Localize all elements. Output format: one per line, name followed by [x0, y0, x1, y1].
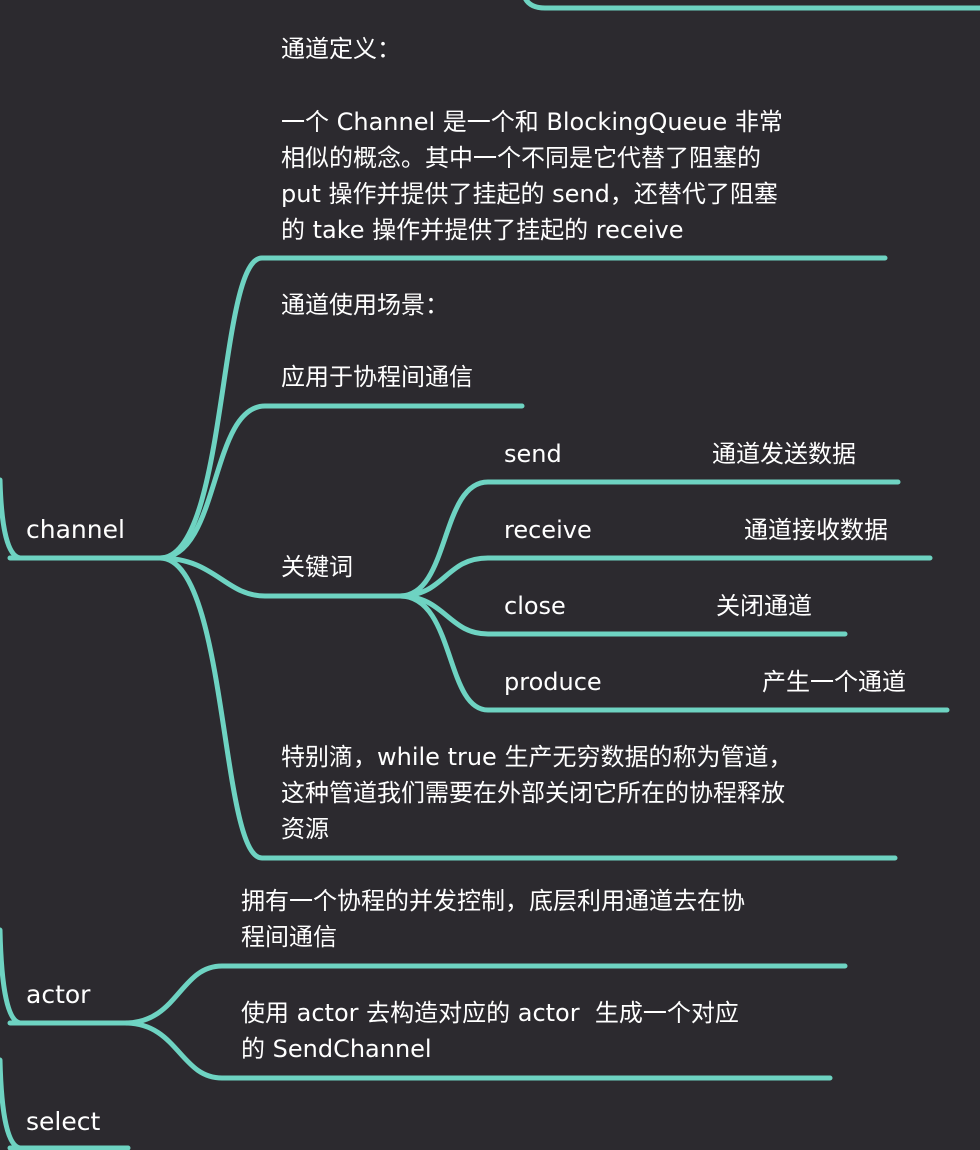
node-select: select	[26, 1107, 101, 1136]
note-line-1: 特别滴，while true 生产无穷数据的称为管道，	[281, 743, 793, 771]
kw-receive-line	[397, 555, 933, 599]
usage-heading: 通道使用场景：	[281, 291, 449, 319]
actor-item2-line-2: 的 SendChannel	[241, 1035, 432, 1063]
trunk-to-actor	[0, 927, 23, 1026]
actor-to-item2	[122, 1020, 833, 1081]
actor-item2-line-1: 使用 actor 去构造对应的 actor 生成一个对应	[241, 999, 739, 1027]
keyword-receive: receive	[504, 516, 592, 544]
keyword-receive-desc: 通道接收数据	[744, 516, 888, 544]
keyword-close-desc: 关闭通道	[716, 592, 812, 620]
note-line-2: 这种管道我们需要在外部关闭它所在的协程释放	[281, 779, 785, 807]
trunk-to-channel	[0, 477, 23, 561]
keyword-send-desc: 通道发送数据	[712, 440, 856, 468]
channel-to-keywords	[157, 555, 403, 599]
note-line-3: 资源	[281, 815, 329, 843]
definition-text-line-1: 一个 Channel 是一个和 BlockingQueue 非常	[281, 108, 783, 136]
keyword-close: close	[504, 592, 566, 620]
actor-item1-line-1: 拥有一个协程的并发控制，底层利用通道去在协	[241, 887, 745, 915]
definition-heading: 通道定义：	[281, 35, 401, 63]
keyword-produce: produce	[504, 668, 602, 696]
keywords-label: 关键词	[281, 553, 353, 581]
keyword-send: send	[504, 440, 562, 468]
trunk-to-select	[0, 1057, 23, 1150]
definition-text-line-3: put 操作并提供了挂起的 send，还替代了阻塞	[281, 180, 778, 208]
definition-text-line-4: 的 take 操作并提供了挂起的 receive	[281, 216, 684, 244]
top-branch-line	[523, 0, 980, 11]
keyword-produce-desc: 产生一个通道	[762, 668, 906, 696]
node-actor: actor	[26, 980, 91, 1009]
usage-text: 应用于协程间通信	[281, 363, 473, 391]
actor-item1-line-2: 程间通信	[241, 923, 337, 951]
node-channel: channel	[26, 515, 125, 544]
definition-text-line-2: 相似的概念。其中一个不同是它代替了阻塞的	[281, 144, 761, 172]
